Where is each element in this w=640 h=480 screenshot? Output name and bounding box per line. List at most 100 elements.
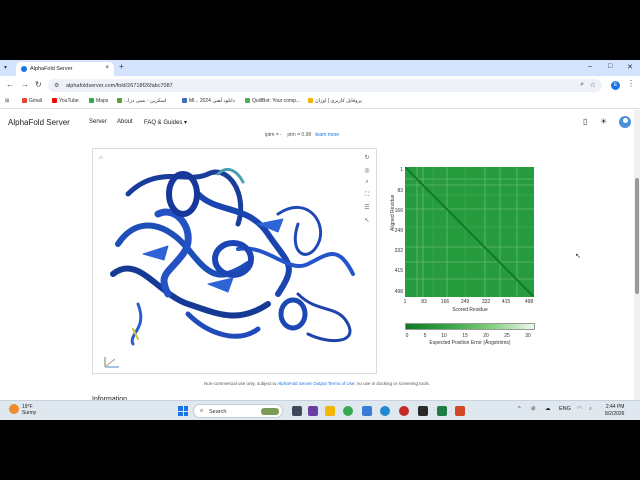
weather-condition: Sunny: [22, 410, 37, 416]
bookmark-favicon-icon: [117, 98, 122, 103]
clock-time: 2:44 PM: [605, 404, 625, 410]
nav-about[interactable]: About: [117, 119, 133, 125]
store-icon[interactable]: [362, 406, 372, 416]
bookmark-quillbot[interactable]: QuillBot: Your comp...: [245, 98, 300, 104]
structure-viewer[interactable]: ⌂ ↻ ◎ ⌕ ⛶ ☰ ↖: [92, 148, 377, 374]
nav-server[interactable]: Server: [89, 119, 107, 125]
bookmark-label: ...اسکرین - بسی درا: [124, 98, 167, 104]
bookmark-label: QuillBot: Your comp...: [252, 98, 301, 104]
account-avatar[interactable]: [619, 116, 631, 128]
bookmark-maps[interactable]: Maps: [89, 98, 108, 104]
system-clock[interactable]: 2:44 PM 8/2/2026: [605, 404, 624, 417]
bookmark-star-icon[interactable]: ☆: [590, 81, 596, 89]
windows-start-icon[interactable]: [178, 406, 188, 416]
weather-widget[interactable]: 19°F Sunny: [22, 404, 36, 416]
chrome-icon[interactable]: [343, 406, 353, 416]
y-tick: 332: [394, 248, 403, 254]
y-tick: 1: [400, 167, 403, 173]
site-info-icon[interactable]: ⚙: [54, 82, 59, 89]
browser-toolbar: ← → ↻ ⚙ alphafoldserver.com/fold/26718f2…: [0, 76, 640, 95]
x-tick: 166: [440, 299, 450, 305]
tab-title: AlphaFold Server: [30, 66, 73, 72]
footnote-text: ; no use in docking or screening tools.: [354, 381, 430, 386]
tray-cloud-icon[interactable]: ☁: [545, 406, 551, 412]
quillbot-icon: [245, 98, 250, 103]
bookmark-favicon-icon: [182, 98, 187, 103]
url-text: alphafoldserver.com/fold/26718f26fabc708…: [66, 82, 173, 89]
bookmark-label: Mi... دانلود آهنی 2024: [189, 98, 235, 104]
wifi-icon[interactable]: ◠: [577, 406, 582, 412]
colorbar-tick: 20: [483, 333, 489, 339]
zoom-icon[interactable]: ⌕: [580, 81, 584, 89]
bookmark-gmail[interactable]: Gmail: [22, 98, 42, 104]
browser-menu-icon[interactable]: ⋮: [627, 79, 635, 88]
colorbar-tick: 30: [525, 333, 531, 339]
app-dark-icon[interactable]: [418, 406, 428, 416]
colorbar-tick: 15: [462, 333, 468, 339]
profile-avatar[interactable]: E: [611, 81, 620, 90]
bookmark-label: Gmail: [29, 98, 43, 104]
pae-x-axis-label: Scored Residue: [452, 307, 488, 313]
pae-colorbar: [405, 323, 535, 330]
tab-close-icon[interactable]: ×: [105, 65, 109, 71]
y-tick: 415: [394, 268, 403, 274]
taskbar-search[interactable]: ⌕ Search: [193, 404, 283, 418]
mouse-cursor-icon: ↖: [575, 253, 581, 260]
terms-link[interactable]: AlphaFold Server Output Terms of Use: [277, 381, 354, 386]
x-tick: 83: [421, 299, 427, 305]
learn-more-link[interactable]: learn more: [315, 132, 339, 138]
forward-icon[interactable]: →: [21, 80, 29, 89]
x-tick: 249: [460, 299, 470, 305]
bookmarks-bar: ⊞ Gmail YouTube Maps ...اسکرین - بسی درا…: [0, 95, 640, 109]
clock-date: 8/2/2026: [605, 410, 625, 417]
edge-icon[interactable]: [380, 406, 390, 416]
tab-alphafold[interactable]: AlphaFold Server ×: [16, 62, 114, 76]
x-tick: 332: [481, 299, 491, 305]
colorbar-tick: 0: [405, 333, 409, 339]
close-window-icon[interactable]: ✕: [627, 63, 633, 71]
bookmark-youtube[interactable]: YouTube: [52, 98, 79, 104]
address-bar[interactable]: ⚙ alphafoldserver.com/fold/26718f26fabc7…: [48, 79, 602, 92]
y-tick: 83: [397, 188, 403, 194]
bookmark-label: Maps: [96, 98, 109, 104]
new-tab-button[interactable]: +: [119, 62, 124, 71]
tab-list-icon[interactable]: ▾: [4, 64, 7, 71]
protein-cartoon[interactable]: [98, 154, 368, 354]
minimize-icon[interactable]: –: [588, 63, 592, 70]
axes-gizmo-icon: [104, 357, 119, 368]
bookmark-label: YouTube: [59, 98, 79, 104]
app-red-icon[interactable]: [399, 406, 409, 416]
excel-icon[interactable]: [437, 406, 447, 416]
page-scrollbar-thumb[interactable]: [635, 178, 639, 294]
apps-grid-icon[interactable]: ⊞: [5, 98, 9, 104]
theme-toggle-icon[interactable]: ☀: [600, 117, 607, 126]
back-icon[interactable]: ←: [6, 80, 14, 89]
nav-faq-guides[interactable]: FAQ & Guides ▾: [144, 119, 187, 126]
tray-mute-icon[interactable]: ⊘: [531, 406, 536, 412]
y-tick: 498: [394, 289, 403, 295]
file-explorer-icon[interactable]: [325, 406, 335, 416]
feedback-icon[interactable]: ▯: [583, 117, 587, 126]
volume-icon[interactable]: ♪: [589, 406, 592, 412]
search-icon: ⌕: [200, 407, 204, 414]
tray-chevron-icon[interactable]: ^: [518, 406, 521, 412]
footnote-text: Non-commercial use only, subject to: [204, 381, 278, 386]
pae-heatmap[interactable]: [405, 167, 534, 297]
reload-icon[interactable]: ↻: [35, 80, 42, 89]
iptm-value: iptm = -: [265, 132, 282, 138]
powerpoint-icon[interactable]: [455, 406, 465, 416]
terms-footnote: Non-commercial use only, subject to Alph…: [0, 381, 634, 386]
screen: ▾ AlphaFold Server × + – □ ✕ ← → ↻ ⚙ alp…: [0, 60, 640, 420]
alphafold-favicon-icon: [21, 66, 27, 72]
bookmark-screen[interactable]: ...اسکرین - بسی درا: [117, 98, 166, 104]
task-view-icon[interactable]: [292, 406, 302, 416]
maximize-icon[interactable]: □: [608, 63, 612, 70]
maps-icon: [89, 98, 94, 103]
bookmark-download[interactable]: Mi... دانلود آهنی 2024: [182, 98, 235, 104]
brand-title[interactable]: AlphaFold Server: [8, 118, 70, 127]
x-tick: 498: [524, 299, 534, 305]
teams-icon[interactable]: [308, 406, 318, 416]
weather-sun-icon[interactable]: [9, 404, 19, 414]
bookmark-profile[interactable]: پروفایل کاربری | اوزان: [308, 98, 362, 104]
language-indicator[interactable]: ENG: [559, 406, 571, 412]
